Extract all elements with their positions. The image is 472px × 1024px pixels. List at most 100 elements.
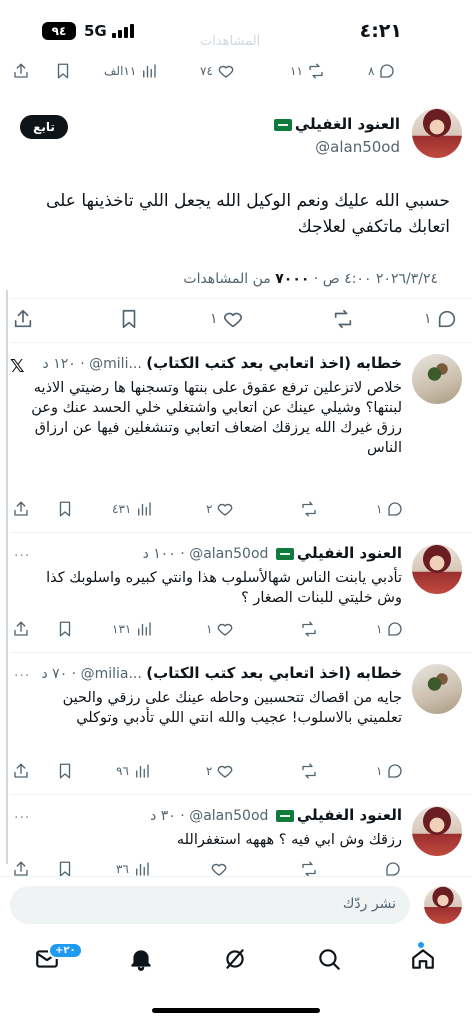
follow-button[interactable]: تابع <box>20 115 68 139</box>
reply-count: ٨ <box>368 64 375 78</box>
reply-icon <box>388 622 403 636</box>
like-button[interactable]: ٢ <box>206 762 234 780</box>
more-options-icon[interactable]: ··· <box>14 548 30 564</box>
divider <box>10 298 472 299</box>
reply-header[interactable]: خطابه (اخذ اتعابي بعد كتب الكتاب) @milia… <box>41 664 402 682</box>
reply-avatar[interactable] <box>412 354 462 404</box>
bookmark-button[interactable] <box>56 500 74 518</box>
reply-avatar[interactable] <box>412 664 462 714</box>
bookmark-button[interactable] <box>118 308 140 330</box>
reply-avatar[interactable] <box>412 806 462 856</box>
share-button[interactable] <box>12 762 30 780</box>
retweet-button[interactable] <box>300 762 318 780</box>
like-button[interactable]: ٢ <box>206 500 234 518</box>
home-new-dot <box>418 942 424 948</box>
like-button[interactable]: ١ <box>206 620 234 638</box>
reply-button[interactable]: ١ <box>376 620 404 638</box>
compose-placeholder: نشر ردّك <box>342 896 396 912</box>
like-count: ١ <box>210 311 218 327</box>
share-icon <box>14 309 32 328</box>
home-icon <box>412 949 434 969</box>
views-count: ٤٣١ <box>112 502 132 516</box>
reply-button[interactable]: ١ <box>376 500 404 518</box>
reply-count: ١ <box>376 764 383 778</box>
analytics-icon <box>138 622 152 636</box>
views-button[interactable]: ١٣١ <box>112 620 153 638</box>
share-button[interactable] <box>12 500 30 518</box>
home-indicator <box>152 1008 320 1013</box>
analytics-icon <box>135 764 149 778</box>
retweet-button[interactable]: ١١ <box>290 62 325 80</box>
reply-avatar[interactable] <box>412 544 462 594</box>
tab-messages[interactable]: +٢٠ <box>34 942 83 976</box>
tab-grok[interactable] <box>222 946 252 976</box>
retweet-icon <box>334 309 352 329</box>
reply-text: جايه من اقصاك تتحسبين وحاطه عينك على رزق… <box>62 690 402 726</box>
share-icon <box>14 63 28 78</box>
more-options-icon[interactable]: ··· <box>14 810 30 826</box>
share-button[interactable] <box>12 620 30 638</box>
reply-button[interactable]: ١ <box>376 762 404 780</box>
share-icon <box>14 501 28 516</box>
retweet-icon <box>302 501 316 517</box>
tweet-timestamp: ٢٠٢٦/٣/٢٤ ٤:٠٠ ص · <box>309 271 438 287</box>
heart-icon <box>218 765 233 778</box>
like-button[interactable]: ٧٤ <box>200 62 235 80</box>
bookmark-button[interactable] <box>54 62 72 80</box>
reply-header[interactable]: العنود الغفيلي @alan50od · ٣٠ د <box>150 806 402 824</box>
reply-author-name: خطابه (اخذ اتعابي بعد كتب الكتاب) <box>146 664 402 682</box>
reply-header[interactable]: خطابه (اخذ اتعابي بعد كتب الكتاب) @mili.… <box>43 354 402 372</box>
main-tweet-text: حسبي الله عليك ونعم الوكيل الله يجعل الل… <box>45 191 450 237</box>
retweet-button[interactable] <box>300 500 318 518</box>
share-button[interactable] <box>12 62 30 80</box>
views-button[interactable]: ٩٦ <box>116 762 151 780</box>
reply-icon <box>380 64 395 78</box>
bookmark-icon <box>59 501 71 517</box>
retweet-icon <box>302 763 316 779</box>
reply-text: تأدبي يابنت الناس شهالأسلوب هذا وانتي كب… <box>46 570 402 606</box>
more-options-icon[interactable]: ··· <box>14 668 30 684</box>
heart-icon <box>218 503 233 516</box>
reply-actions: ١٣١ ١ ١ <box>0 620 472 648</box>
views-button[interactable]: ٤٣١ <box>112 500 153 518</box>
reply-handle: @milia... <box>80 666 142 682</box>
bottom-tab-bar: +٢٠ <box>0 938 472 988</box>
retweet-button[interactable] <box>300 620 318 638</box>
reply-count: ١ <box>376 502 383 516</box>
tab-search[interactable] <box>316 946 346 976</box>
reply-text: خلاص لاتزعلين ترفع عقوق على بنتها وتسجنه… <box>31 380 402 456</box>
saudi-flag-icon <box>275 810 294 822</box>
bookmark-button[interactable] <box>56 620 74 638</box>
reply-count: ١ <box>424 311 432 327</box>
my-avatar[interactable] <box>424 886 462 924</box>
like-count: ٢ <box>206 502 213 516</box>
retweet-button[interactable] <box>332 308 354 330</box>
retweet-icon <box>309 63 323 79</box>
reply-compose-input[interactable]: نشر ردّك <box>10 886 410 924</box>
reply-author-name: خطابه (اخذ اتعابي بعد كتب الكتاب) <box>146 354 402 372</box>
reply-icon <box>438 310 455 328</box>
tab-home[interactable] <box>410 946 440 976</box>
author-avatar[interactable] <box>412 108 462 158</box>
divider <box>10 794 472 795</box>
view-label: من المشاهدات <box>183 271 276 287</box>
retweet-count: ١١ <box>290 64 303 78</box>
reply-button[interactable]: ١ <box>424 308 458 330</box>
share-button[interactable] <box>12 308 34 330</box>
analytics-icon <box>143 64 156 78</box>
author-name-row[interactable]: العنود الغفيلي <box>271 114 400 133</box>
author-handle[interactable]: @alan50od <box>315 138 400 156</box>
views-button[interactable]: ١١الف <box>104 62 158 80</box>
tab-notifications[interactable] <box>128 946 158 976</box>
x-logo-icon: 𝕏 <box>10 356 25 377</box>
reply-time: ٧٠ د <box>41 666 68 682</box>
signal-icon <box>112 24 134 38</box>
bookmark-button[interactable] <box>56 762 74 780</box>
like-count: ١ <box>206 622 213 636</box>
analytics-icon <box>138 502 152 516</box>
reply-header[interactable]: العنود الغفيلي @alan50od · ١٠٠ د <box>143 544 402 562</box>
retweet-icon <box>302 621 316 637</box>
like-button[interactable]: ١ <box>210 308 244 330</box>
bookmark-icon <box>57 63 69 79</box>
reply-button[interactable]: ٨ <box>368 62 396 80</box>
